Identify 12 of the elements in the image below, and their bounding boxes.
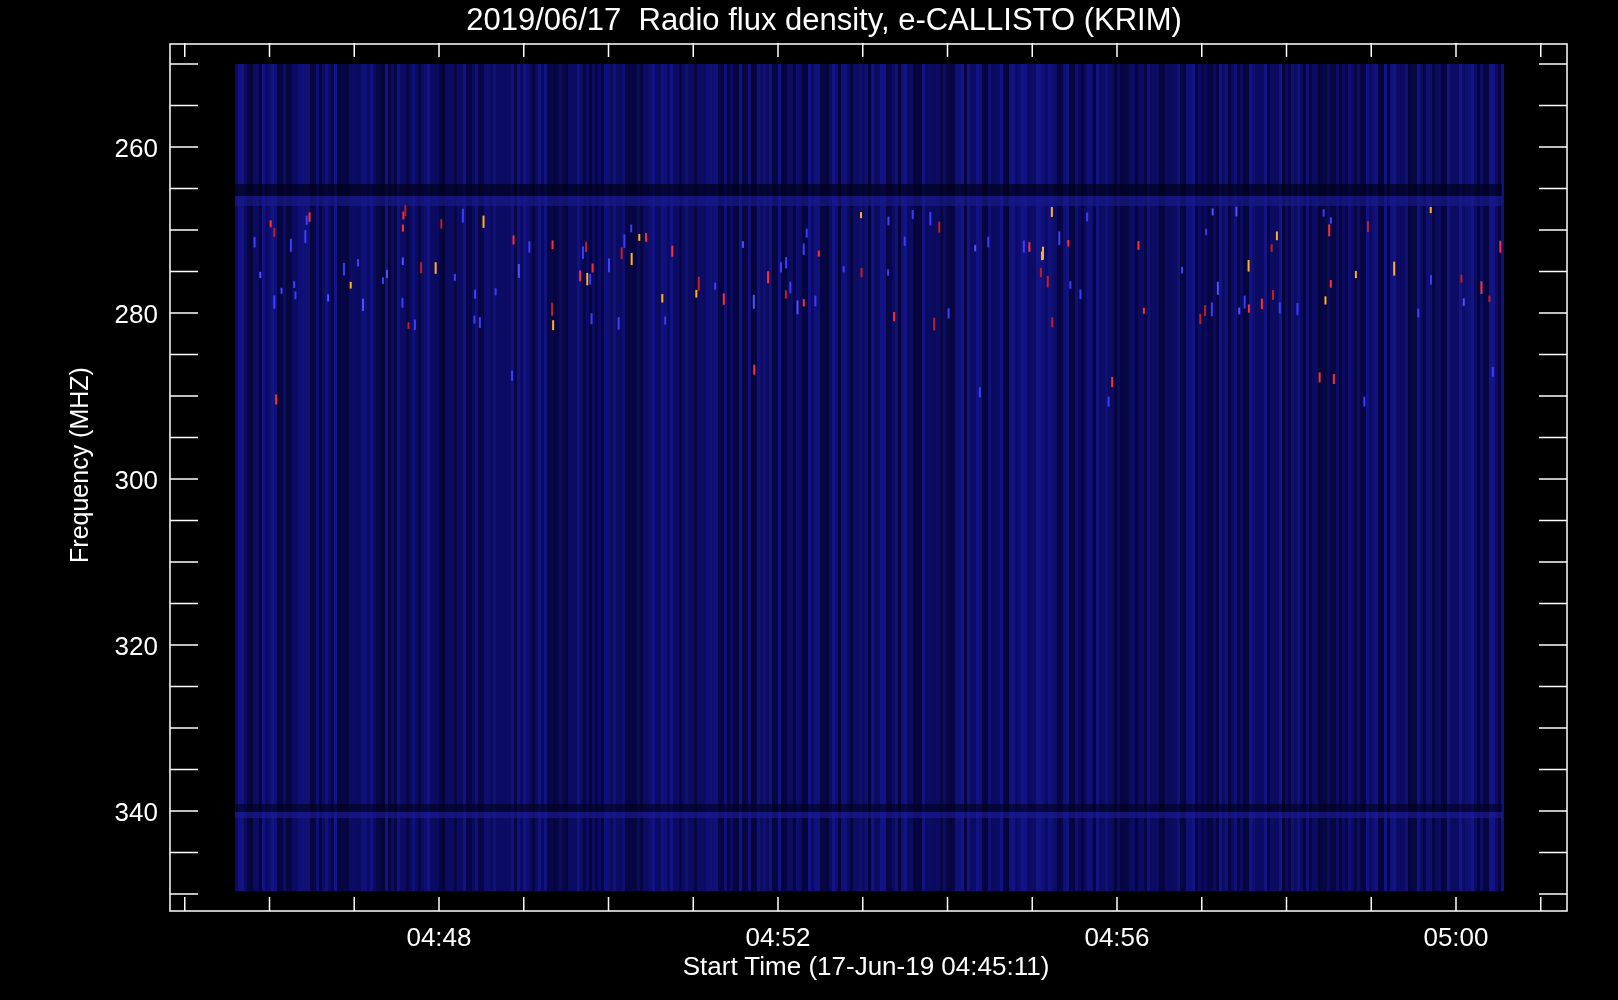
y-tick-label: 280 <box>114 299 158 329</box>
x-tick-label: 05:00 <box>1423 922 1489 952</box>
y-axis-label: Frequency (MHZ) <box>65 367 93 563</box>
y-tick-label: 300 <box>114 465 158 495</box>
x-tick-label: 04:56 <box>1084 922 1150 952</box>
x-tick-label: 04:48 <box>406 922 472 952</box>
y-tick-label: 260 <box>114 133 158 163</box>
y-tick-label: 340 <box>114 797 158 827</box>
x-axis-label: Start Time (17-Jun-19 04:45:11) <box>682 951 1050 981</box>
y-tick-label: 320 <box>114 631 158 661</box>
chart-title: 2019/06/17 Radio flux density, e-CALLISTO (KRIM) <box>466 1 1182 39</box>
x-tick-label: 04:52 <box>745 922 811 952</box>
